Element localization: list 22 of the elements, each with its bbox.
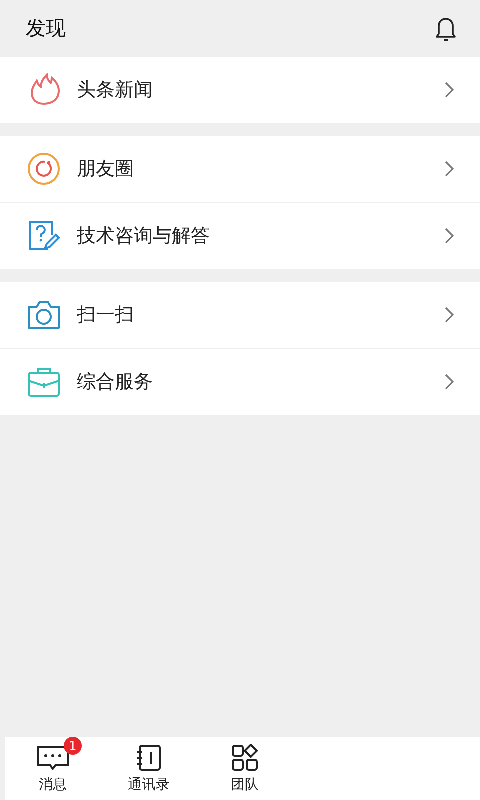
menu-item-label[interactable]: 朋友圈: [77, 156, 445, 182]
menu-item-label[interactable]: 综合服务: [77, 369, 445, 395]
page-title: 发现: [26, 15, 66, 42]
chevron-icon: [445, 374, 454, 390]
chevron-icon: [445, 161, 454, 177]
ring-icon: [27, 152, 61, 186]
bell-icon[interactable]: [434, 16, 458, 42]
tab[interactable]: 通讯录: [101, 737, 197, 800]
tab[interactable]: 团队: [197, 737, 293, 800]
chat-icon: [36, 745, 70, 771]
menu-item-label[interactable]: 扫一扫: [77, 302, 445, 328]
question-edit-icon: [27, 219, 61, 253]
contacts-icon: [135, 744, 163, 772]
camera-icon: [27, 300, 61, 330]
menu-item-label[interactable]: 技术咨询与解答: [77, 223, 445, 249]
chevron-icon: [445, 82, 454, 98]
apps-icon: [231, 744, 259, 772]
unread-badge: 1: [64, 737, 82, 755]
briefcase-icon: [27, 366, 61, 398]
tab[interactable]: 1 消息: [5, 737, 101, 800]
chevron-icon: [445, 228, 454, 244]
chevron-icon: [445, 307, 454, 323]
